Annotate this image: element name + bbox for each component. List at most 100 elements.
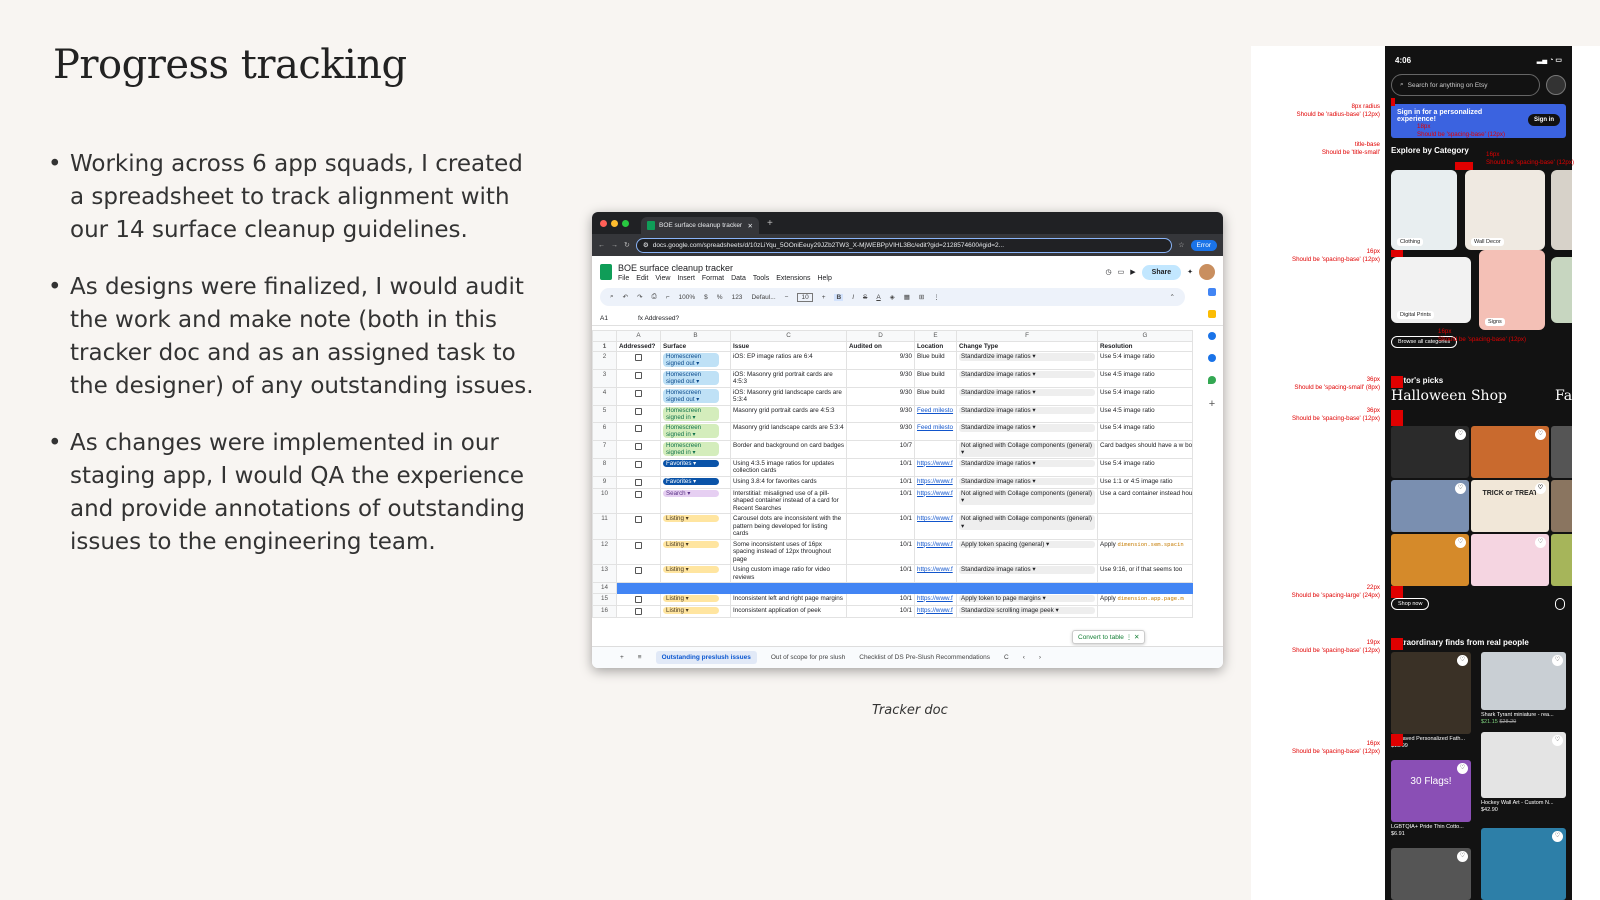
scroll-tabs-right-icon[interactable]: › (1039, 654, 1041, 661)
gemini-icon[interactable]: ✦ (1187, 268, 1193, 276)
audited-cell[interactable]: 10/1 (846, 604, 915, 618)
issue-cell[interactable]: Masonry grid landscape cards are 5:3:4 (730, 422, 847, 441)
surface-chip[interactable]: Favorites ▾ (663, 459, 719, 467)
issue-cell[interactable]: Using custom image ratio for video revie… (730, 564, 847, 583)
currency-format-button[interactable]: $ (704, 294, 708, 301)
product-tile[interactable]: ♡ (1391, 426, 1469, 478)
location-link[interactable]: https://www.f (917, 607, 953, 614)
addressed-checkbox[interactable] (635, 541, 642, 549)
scroll-tabs-left-icon[interactable]: ‹ (1023, 654, 1025, 661)
zoom-select[interactable]: 100% (679, 294, 696, 301)
table-cell[interactable] (616, 582, 661, 594)
issue-cell[interactable]: iOS: EP image ratios are 6:4 (730, 351, 847, 370)
product-tile[interactable] (1551, 534, 1572, 586)
surface-chip[interactable]: Listing ▾ (663, 540, 719, 548)
menu-file[interactable]: File (618, 275, 629, 282)
addressed-cell[interactable] (616, 439, 661, 459)
surface-cell[interactable]: Search ▾ (660, 487, 731, 514)
addressed-cell[interactable] (616, 538, 661, 565)
row-number[interactable]: 10 (592, 487, 617, 514)
surface-cell[interactable]: Listing ▾ (660, 513, 731, 540)
change-type-cell[interactable]: Standardize image ratios ▾ (956, 386, 1098, 406)
change-type-dropdown[interactable]: Standardize scrolling image peek ▾ (959, 606, 1095, 614)
change-type-dropdown[interactable]: Not aligned with Collage components (gen… (959, 441, 1095, 457)
location-link[interactable]: https://www.f (917, 460, 953, 467)
change-type-cell[interactable]: Not aligned with Collage components (gen… (956, 513, 1098, 540)
row-number[interactable]: 5 (592, 404, 617, 423)
table-row[interactable]: 12 Listing ▾ Some inconsistent uses of 16p… (592, 538, 1193, 565)
issue-cell[interactable]: iOS: Masonry grid portrait cards are 4:5… (730, 368, 847, 388)
heart-icon[interactable]: ♡ (1535, 483, 1546, 494)
change-type-cell[interactable]: Standardize image ratios ▾ (956, 351, 1098, 370)
row-number[interactable]: 12 (592, 538, 617, 565)
location-link[interactable]: https://www.f (917, 541, 953, 548)
surface-chip[interactable]: Listing ▾ (663, 566, 719, 573)
heart-icon[interactable]: ♡ (1457, 763, 1468, 774)
resolution-cell[interactable]: Use 5:4 image ratio (1097, 422, 1193, 441)
header-cell[interactable]: Addressed? (616, 340, 661, 352)
error-button[interactable]: Error (1190, 239, 1217, 251)
table-cell[interactable] (956, 582, 1098, 594)
heart-icon[interactable]: ♡ (1552, 735, 1563, 746)
reload-icon[interactable]: ↻ (624, 241, 630, 249)
issue-cell[interactable]: Using 3.8:4 for favorites cards (730, 475, 847, 489)
audited-cell[interactable]: 9/30 (846, 404, 915, 423)
row-number[interactable]: 13 (592, 564, 617, 583)
column-letter[interactable]: G (1097, 330, 1193, 342)
heart-icon[interactable]: ♡ (1552, 831, 1563, 842)
row-number[interactable]: 9 (592, 475, 617, 489)
product-tile[interactable]: 30 Flags! ♡ (1391, 760, 1471, 822)
category-card[interactable] (1551, 170, 1572, 250)
addressed-checkbox[interactable] (635, 595, 642, 603)
audited-cell[interactable]: 10/7 (846, 439, 915, 459)
location-cell[interactable]: https://www.f (914, 513, 957, 540)
product-tile[interactable]: ♡ (1481, 652, 1566, 710)
issue-cell[interactable]: Masonry grid portrait cards are 4:5:3 (730, 404, 847, 423)
row-number[interactable]: 7 (592, 439, 617, 459)
addressed-cell[interactable] (616, 404, 661, 423)
location-link[interactable]: Feed milesto (917, 407, 953, 414)
product-tile[interactable]: ♡ (1481, 732, 1566, 798)
addressed-checkbox[interactable] (635, 442, 642, 450)
addressed-cell[interactable] (616, 368, 661, 388)
resolution-cell[interactable]: Use 5:4 image ratio (1097, 386, 1193, 406)
location-cell[interactable]: Blue build (914, 386, 957, 406)
location-cell[interactable]: https://www.f (914, 538, 957, 565)
location-cell[interactable] (914, 439, 957, 459)
table-cell[interactable] (914, 582, 957, 594)
column-letter[interactable]: A (616, 330, 661, 342)
addressed-cell[interactable] (616, 487, 661, 514)
addressed-checkbox[interactable] (635, 516, 642, 523)
resolution-cell[interactable]: Use a card container instead housing ima… (1097, 487, 1193, 514)
category-card[interactable]: Digital Prints (1391, 257, 1471, 323)
formula-input[interactable]: fx Addressed? (638, 315, 679, 322)
table-row[interactable]: 4 Homescreen signed out ▾ iOS: Masonry gri… (592, 386, 1193, 406)
issue-cell[interactable]: Using 4:3.5 image ratios for updates col… (730, 457, 847, 477)
minimize-window-icon[interactable] (611, 219, 618, 227)
add-addon-icon[interactable]: + (1209, 398, 1215, 410)
shop-now-button[interactable] (1555, 598, 1565, 610)
font-size-input[interactable]: 10 (797, 292, 813, 302)
menu-tools[interactable]: Tools (753, 275, 769, 282)
table-row[interactable]: 10 Search ▾ Interstitial: misaligned use o… (592, 487, 1193, 514)
change-type-dropdown[interactable]: Apply token spacing (general) ▾ (959, 540, 1095, 548)
tasks-icon[interactable] (1208, 332, 1216, 340)
menu-extensions[interactable]: Extensions (776, 275, 810, 282)
change-type-dropdown[interactable]: Standardize image ratios ▾ (959, 477, 1095, 485)
close-window-icon[interactable] (600, 219, 607, 227)
audited-cell[interactable]: 9/30 (846, 386, 915, 406)
search-input[interactable]: ⌕ Search for anything on Etsy (1391, 74, 1540, 96)
surface-cell[interactable]: Listing ▾ (660, 592, 731, 606)
audited-cell[interactable]: 10/1 (846, 513, 915, 540)
table-cell[interactable] (846, 582, 915, 594)
column-letter[interactable]: E (914, 330, 957, 342)
surface-chip[interactable]: Homescreen signed out ▾ (663, 388, 719, 403)
surface-cell[interactable]: Homescreen signed in ▾ (660, 422, 731, 441)
surface-cell[interactable]: Listing ▾ (660, 564, 731, 583)
audited-cell[interactable]: 10/1 (846, 538, 915, 565)
location-cell[interactable]: https://www.f (914, 475, 957, 489)
font-size-decrease-icon[interactable]: − (785, 294, 789, 301)
forward-icon[interactable]: → (611, 242, 618, 249)
location-cell[interactable]: https://www.f (914, 604, 957, 618)
product-tile[interactable]: TRICK or TREAT ♡ (1471, 480, 1549, 532)
